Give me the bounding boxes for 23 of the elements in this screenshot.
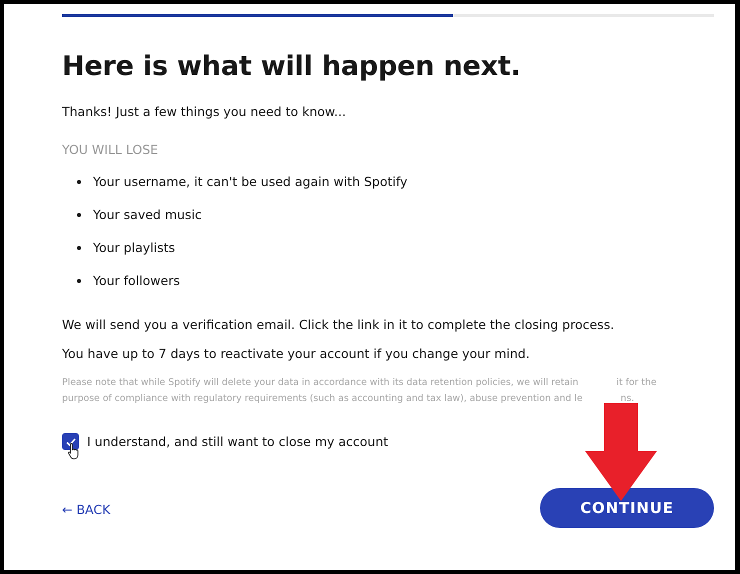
list-item: Your followers: [93, 273, 180, 288]
continue-button[interactable]: CONTINUE: [540, 488, 714, 528]
bullet-icon: [77, 246, 81, 250]
hand-cursor-icon: [67, 442, 81, 460]
bullet-icon: [77, 180, 81, 184]
note-text: purpose of compliance with regulatory requirements (such as accounting and tax law), abuse prevention and le: [62, 392, 583, 406]
info-text: You have up to 7 days to reactivate your account if you change your mind.: [62, 346, 531, 361]
page-heading: Here is what will happen next.: [62, 51, 522, 82]
checkbox[interactable]: [62, 433, 79, 450]
list-item: Your username, it can't be used again with Spotify: [93, 174, 408, 189]
info-text: We will send you a verification email. Click the link in it to complete the closing process.: [62, 317, 616, 332]
section-title: YOU WILL LOSE: [62, 142, 160, 157]
note-text: it for the: [616, 376, 657, 390]
bullet-icon: [77, 278, 81, 282]
checkbox-label: I understand, and still want to close my account: [87, 434, 388, 449]
note-text: ns.: [620, 392, 634, 406]
list-item: Your playlists: [93, 240, 175, 255]
intro-text: Thanks! Just a few things you need to know...: [62, 104, 347, 119]
check-icon: [64, 436, 76, 448]
bullet-icon: [77, 212, 81, 216]
note-text: Please note that while Spotify will delete your data in accordance with its data retention policies, we will retain: [62, 376, 578, 390]
back-link[interactable]: ← BACK: [62, 502, 110, 516]
list-item: Your saved music: [93, 207, 202, 222]
